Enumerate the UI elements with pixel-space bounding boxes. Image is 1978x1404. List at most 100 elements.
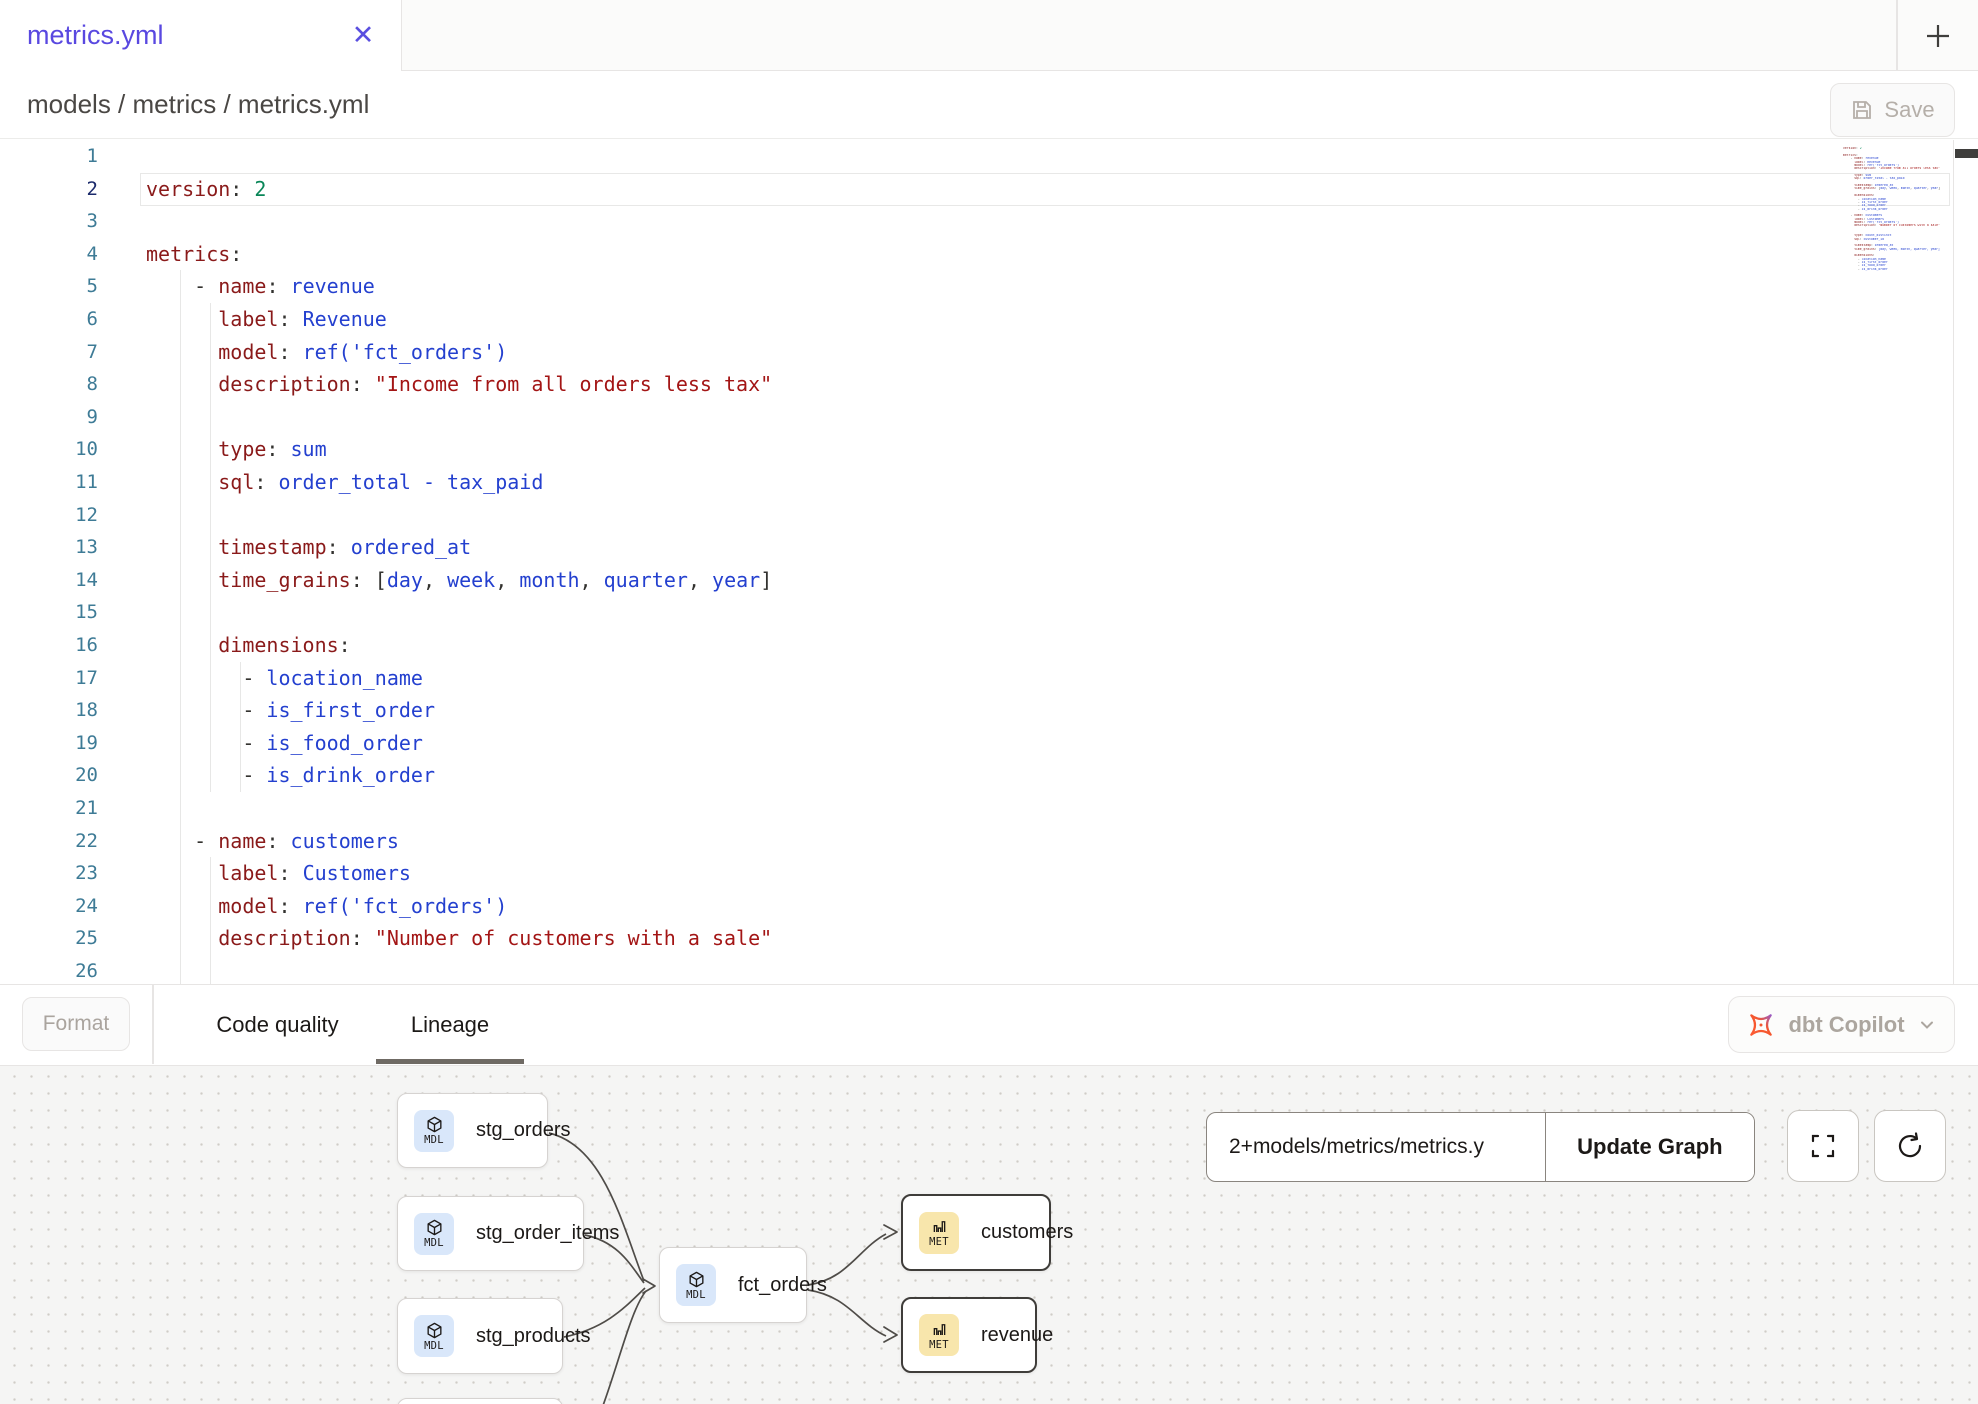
tab-close-icon[interactable]: ✕ xyxy=(344,16,382,54)
fullscreen-icon xyxy=(1808,1131,1838,1161)
code-token: sql xyxy=(218,470,254,494)
code-token: : xyxy=(266,829,278,853)
format-button[interactable]: Format xyxy=(22,997,130,1051)
code-line[interactable]: - is_first_order xyxy=(146,694,435,727)
node-type-badge: MET xyxy=(929,1339,949,1351)
code-token xyxy=(146,274,194,298)
save-icon xyxy=(1850,98,1874,122)
code-line[interactable]: description: "Number of customers with a… xyxy=(146,922,772,955)
update-graph-button[interactable]: Update Graph xyxy=(1545,1113,1754,1181)
code-token: is_drink_order xyxy=(266,763,435,787)
code-token: metrics xyxy=(146,242,230,266)
code-token: : xyxy=(266,274,278,298)
code-token xyxy=(291,307,303,331)
code-token: : xyxy=(266,437,278,461)
code-line[interactable]: model: ref('fct_orders') xyxy=(146,890,507,923)
dbt-copilot-button[interactable]: dbt Copilot xyxy=(1728,996,1955,1053)
tab-metrics-yml[interactable]: metrics.yml ✕ xyxy=(0,0,402,72)
code-line[interactable]: description: "Income from all orders les… xyxy=(146,368,772,401)
code-token xyxy=(146,535,218,559)
lineage-node-fct_orders[interactable]: MDLfct_orders xyxy=(659,1247,807,1323)
code-token xyxy=(291,340,303,364)
code-editor[interactable]: 1234567891011121314151617181920212223242… xyxy=(0,140,1978,984)
minimap[interactable]: version: 2metrics: - name: revenue label… xyxy=(1843,144,1951,980)
code-line[interactable]: - is_food_order xyxy=(146,727,423,760)
line-number: 18 xyxy=(0,694,98,727)
refresh-button[interactable] xyxy=(1874,1110,1946,1182)
code-token: Revenue xyxy=(303,307,387,331)
code-token xyxy=(278,437,290,461)
tab-lineage-label: Lineage xyxy=(411,1012,489,1038)
line-number: 13 xyxy=(0,531,98,564)
code-token: : xyxy=(278,861,290,885)
code-token: : xyxy=(351,926,363,950)
code-token: : xyxy=(278,340,290,364)
code-line[interactable]: - is_drink_order xyxy=(146,759,435,792)
code-line[interactable]: time_grains: [day, week, month, quarter,… xyxy=(146,564,772,597)
code-line[interactable]: - name: customers xyxy=(146,825,399,858)
code-line[interactable]: model: ref('fct_orders') xyxy=(146,336,507,369)
model-type-icon: MDL xyxy=(414,1315,454,1357)
code-token xyxy=(146,307,218,331)
code-token: : xyxy=(278,894,290,918)
minimap-line: description: "Income from all orders les… xyxy=(1843,167,1951,170)
indent-guide xyxy=(180,401,181,434)
lineage-node-stg_order_items[interactable]: MDLstg_order_items xyxy=(397,1196,584,1271)
indent-guide xyxy=(210,401,211,434)
code-line[interactable]: dimensions: xyxy=(146,629,351,662)
node-label: stg_products xyxy=(476,1325,591,1348)
overview-ruler[interactable] xyxy=(1953,140,1978,984)
code-token: customers xyxy=(291,829,399,853)
indent-guide xyxy=(210,596,211,629)
code-token: , xyxy=(495,568,519,592)
code-token xyxy=(291,861,303,885)
lineage-node-stg_orders[interactable]: MDLstg_orders xyxy=(397,1093,548,1168)
code-line[interactable]: timestamp: ordered_at xyxy=(146,531,471,564)
code-token xyxy=(146,829,194,853)
code-token: "Income from all orders less tax" xyxy=(375,372,772,396)
code-line[interactable]: label: Customers xyxy=(146,857,411,890)
code-token: location_name xyxy=(266,666,423,690)
lineage-node-stg_products[interactable]: MDLstg_products xyxy=(397,1298,563,1374)
save-button[interactable]: Save xyxy=(1830,83,1955,137)
code-token: ordered_at xyxy=(351,535,471,559)
code-token: ref('fct_orders') xyxy=(303,340,508,364)
indent-guide xyxy=(180,792,181,825)
lineage-selector-input[interactable] xyxy=(1207,1113,1545,1181)
metric-type-icon: MET xyxy=(919,1212,959,1254)
code-token: label xyxy=(218,307,278,331)
lineage-node-revenue[interactable]: METrevenue xyxy=(901,1297,1037,1373)
code-token xyxy=(146,926,218,950)
code-token: : xyxy=(351,568,363,592)
line-number: 20 xyxy=(0,759,98,792)
code-line[interactable]: - name: revenue xyxy=(146,270,375,303)
breadcrumb: models / metrics / metrics.yml xyxy=(27,89,369,120)
code-token xyxy=(363,568,375,592)
lineage-selector-group: Update Graph xyxy=(1206,1112,1755,1182)
code-line[interactable]: label: Revenue xyxy=(146,303,387,336)
indent-guide xyxy=(210,955,211,984)
fullscreen-button[interactable] xyxy=(1787,1110,1859,1182)
code-line[interactable]: version: 2 xyxy=(146,173,266,206)
model-type-icon: MDL xyxy=(414,1110,454,1152)
new-tab-button[interactable] xyxy=(1914,12,1962,60)
code-line[interactable]: metrics: xyxy=(146,238,242,271)
code-token xyxy=(363,372,375,396)
tab-code-quality[interactable]: Code quality xyxy=(195,985,360,1064)
code-token xyxy=(363,926,375,950)
lineage-node-customers[interactable]: METcustomers xyxy=(901,1194,1051,1271)
metric-type-icon: MET xyxy=(919,1314,959,1356)
code-token xyxy=(146,568,218,592)
code-line[interactable]: sql: order_total - tax_paid xyxy=(146,466,543,499)
code-token: - xyxy=(242,666,266,690)
line-number: 15 xyxy=(0,596,98,629)
code-line[interactable]: - location_name xyxy=(146,662,423,695)
line-number: 19 xyxy=(0,727,98,760)
line-number: 11 xyxy=(0,466,98,499)
code-token: [ xyxy=(375,568,387,592)
code-token: description xyxy=(218,926,350,950)
code-token: type xyxy=(218,437,266,461)
code-line[interactable]: type: sum xyxy=(146,433,327,466)
lineage-panel[interactable]: MDLstg_ordersMDLstg_order_itemsMDLstg_pr… xyxy=(0,1066,1978,1404)
tab-lineage[interactable]: Lineage xyxy=(376,985,524,1064)
